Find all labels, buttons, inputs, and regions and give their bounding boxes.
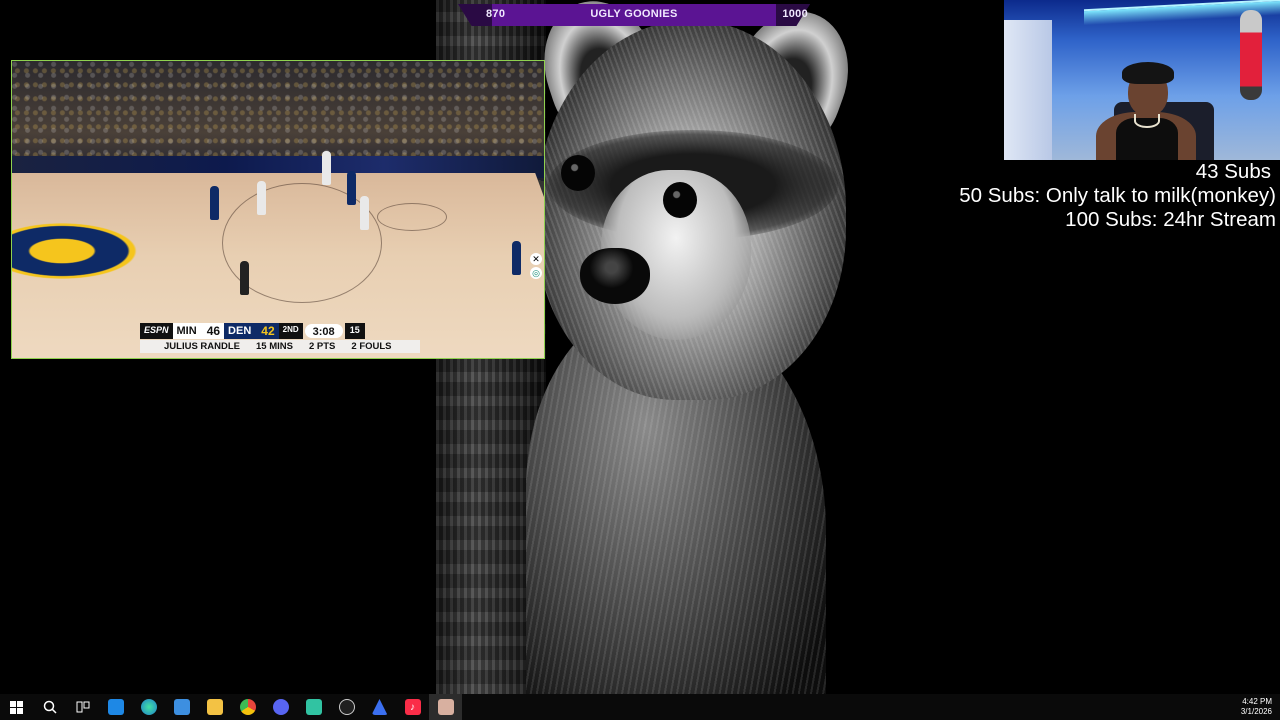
task-view-icon bbox=[76, 701, 89, 713]
sub-goal-100: 100 Subs: 24hr Stream bbox=[1065, 208, 1276, 231]
photo-icon bbox=[437, 699, 454, 715]
player-figure bbox=[347, 171, 356, 205]
app-icon bbox=[371, 699, 388, 715]
free-throw-circle bbox=[377, 203, 447, 231]
mail-icon bbox=[173, 699, 190, 715]
chrome-icon bbox=[239, 699, 256, 715]
taskbar-app-edge[interactable] bbox=[132, 694, 165, 720]
player-figure bbox=[322, 151, 331, 185]
folder-icon bbox=[206, 699, 223, 715]
discord-icon bbox=[272, 699, 289, 715]
player-figure bbox=[210, 186, 219, 220]
raccoon-nose bbox=[580, 248, 650, 304]
windows-icon bbox=[10, 700, 23, 714]
home-score: 42 bbox=[261, 324, 275, 338]
music-icon: ♪ bbox=[404, 699, 421, 715]
away-score: 46 bbox=[206, 324, 221, 338]
player-figure bbox=[512, 241, 521, 275]
taskbar-app-discord[interactable] bbox=[264, 694, 297, 720]
stream-goal-bar: 870 UGLY GOONIES 1000 bbox=[458, 4, 810, 26]
game-clock: 3:08 bbox=[304, 324, 343, 338]
search-icon bbox=[43, 700, 57, 714]
room-door bbox=[1004, 20, 1052, 160]
sub-goals-list: 43 Subs 50 Subs: Only talk to milk(monke… bbox=[959, 160, 1276, 232]
system-clock[interactable]: 4:42 PM 3/1/2026 bbox=[1241, 694, 1272, 720]
away-team-name: MIN bbox=[176, 325, 197, 337]
player-minutes: 15 MINS bbox=[256, 341, 293, 352]
taskbar-app-blue[interactable] bbox=[363, 694, 396, 720]
player-name: JULIUS RANDLE bbox=[164, 341, 241, 352]
player-points: 2 PTS bbox=[308, 341, 336, 352]
settings-icon[interactable]: ◎ bbox=[530, 267, 542, 279]
home-team-name: DEN bbox=[228, 325, 252, 337]
sub-count: 43 Subs bbox=[1195, 160, 1271, 183]
close-icon[interactable]: ✕ bbox=[530, 253, 542, 265]
search-button[interactable] bbox=[33, 694, 66, 720]
microphone bbox=[1240, 10, 1262, 100]
player-figure bbox=[257, 181, 266, 215]
game-period: 2ND bbox=[278, 323, 303, 339]
start-button[interactable] bbox=[0, 694, 33, 720]
webcam-feed bbox=[1004, 0, 1280, 160]
basketball-stream-window[interactable]: ESPN MIN 46 DEN 42 2ND 3:08 15 JULIUS RA… bbox=[11, 60, 545, 359]
task-view-button[interactable] bbox=[66, 694, 99, 720]
edge-icon bbox=[140, 699, 157, 715]
taskbar-app-streamlabs[interactable] bbox=[297, 694, 330, 720]
taskbar-app-chrome[interactable] bbox=[231, 694, 264, 720]
windows-taskbar: ♪ 4:42 PM 3/1/2026 bbox=[0, 694, 1280, 720]
clock-time: 4:42 PM bbox=[1242, 697, 1272, 706]
sub-goal-50: 50 Subs: Only talk to milk(monkey) bbox=[959, 184, 1276, 207]
clock-date: 3/1/2026 bbox=[1240, 707, 1272, 716]
taskbar-app-file-explorer[interactable] bbox=[198, 694, 231, 720]
taskbar-app-music[interactable]: ♪ bbox=[396, 694, 429, 720]
taskbar-app-obs[interactable] bbox=[330, 694, 363, 720]
goal-title: UGLY GOONIES bbox=[590, 8, 678, 20]
streamer-durag bbox=[1122, 62, 1174, 84]
store-icon bbox=[107, 699, 124, 715]
raccoon-left-eye bbox=[561, 155, 595, 191]
player-figure bbox=[360, 196, 369, 230]
away-team-score: MIN 46 bbox=[172, 323, 225, 339]
streamer-chain bbox=[1134, 114, 1160, 128]
streamlabs-icon bbox=[305, 699, 322, 715]
network-logo: ESPN bbox=[140, 323, 173, 339]
referee-figure bbox=[240, 261, 249, 295]
taskbar-app-store[interactable] bbox=[99, 694, 132, 720]
taskbar-app-photo[interactable] bbox=[429, 694, 462, 720]
raccoon-right-eye bbox=[663, 182, 697, 218]
goal-target-value: 1000 bbox=[782, 8, 808, 20]
shot-clock: 15 bbox=[344, 323, 365, 339]
score-bug: ESPN MIN 46 DEN 42 2ND 3:08 15 bbox=[140, 323, 365, 339]
player-stat-line: JULIUS RANDLE 15 MINS 2 PTS 2 FOULS bbox=[140, 340, 420, 353]
obs-icon bbox=[338, 699, 355, 715]
home-team-score: DEN 42 bbox=[224, 323, 279, 339]
taskbar-app-mail[interactable] bbox=[165, 694, 198, 720]
player-fouls: 2 FOULS bbox=[351, 341, 392, 352]
